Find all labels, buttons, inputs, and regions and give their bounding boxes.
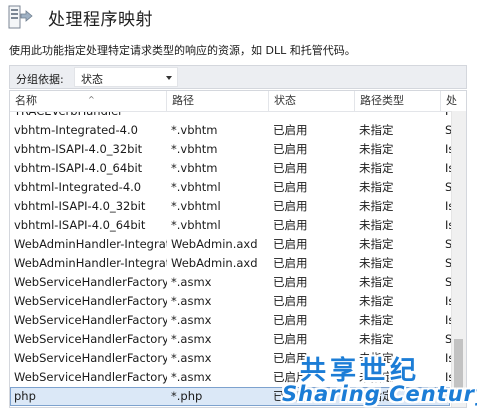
column-header-path-type[interactable]: 路径类型 xyxy=(355,91,441,111)
dropdown-arrow-icon[interactable] xyxy=(166,76,172,80)
cell-state: 已启用 xyxy=(273,180,308,194)
cell-name: WebAdminHandler-Integrat... xyxy=(14,237,167,251)
handler-mappings-icon xyxy=(8,5,33,29)
table-row[interactable]: vbhtm-Integrated-4.0*.vbhtm已启用未指定Sy xyxy=(10,121,459,140)
page-header: 处理程序映射 xyxy=(0,0,477,34)
cell-path: *.vbhtm xyxy=(171,142,218,156)
cell-path: *.asmx xyxy=(171,275,212,289)
cell-name: WebServiceHandlerFactory-... xyxy=(14,370,167,384)
cell-state: 已启用 xyxy=(273,313,308,327)
cell-path-type: 未指定 xyxy=(359,294,394,308)
table-row[interactable]: vbhtm-ISAPI-4.0_64bit*.vbhtm已启用未指定Isa xyxy=(10,159,461,178)
cell-state: 已启用 xyxy=(273,161,308,175)
table-row[interactable]: WebServiceHandlerFactory-... *.asmx 已启用 未指定… xyxy=(10,292,461,311)
group-by-select[interactable]: 状态 xyxy=(74,67,178,87)
cell-state: 已启用 xyxy=(273,275,308,289)
cell-path-type: 未指定 xyxy=(359,180,394,194)
table-row[interactable]: WebAdminHandler-Integrat... WebAdmin.axd 已… xyxy=(10,235,459,254)
watermark-english: Sharing Century xyxy=(282,382,477,406)
cell-path: *.asmx xyxy=(171,351,212,365)
table-row[interactable]: vbhtm-ISAPI-4.0_32bit*.vbhtm已启用未指定Isa xyxy=(10,140,461,159)
cell-name: WebServiceHandlerFactory-... xyxy=(14,275,167,289)
cell-path-type: 未指定 xyxy=(359,199,394,213)
cell-state: 已启用 xyxy=(273,142,308,156)
cell-name: WebServiceHandlerFactory-... xyxy=(14,332,167,346)
cell-path-type: 未指定 xyxy=(359,161,394,175)
cell-path: *.vbhtm xyxy=(171,123,218,137)
cell-path: *.vbhtml xyxy=(171,199,221,213)
table-row[interactable]: WebServiceHandlerFactory-... *.asmx 已启用 未指定… xyxy=(10,311,461,330)
cell-path-type: 未指定 xyxy=(359,123,394,137)
cell-path: *.asmx xyxy=(171,294,212,308)
sharing-century-watermark: 共享世纪 Sharing Century xyxy=(282,350,477,412)
cell-state: 已启用 xyxy=(273,294,308,308)
cell-path-type: 未指定 xyxy=(359,313,394,327)
table-header: 名称 ^ 路径 状态 路径类型 处 xyxy=(10,91,466,112)
cell-name: WebServiceHandlerFactory-... xyxy=(14,313,167,327)
cell-path: *.vbhtml xyxy=(171,218,221,232)
cell-path-type: 未指定 xyxy=(359,142,394,156)
cell-state: 已启用 xyxy=(273,123,308,137)
cell-name: vbhtml-Integrated-4.0 xyxy=(14,180,142,194)
cell-path-type: 未指定 xyxy=(359,237,394,251)
cell-path: *.asmx xyxy=(171,313,212,327)
feature-description: 使用此功能指定处理特定请求类型的响应的资源，如 DLL 和托管代码。 xyxy=(9,44,356,57)
cell-name: WebServiceHandlerFactory-... xyxy=(14,294,167,308)
table-row[interactable]: WebAdminHandler-Integrat... WebAdmin.axd 已… xyxy=(10,254,459,273)
cell-path: *.asmx xyxy=(171,370,212,384)
cell-path: *.asmx xyxy=(171,332,212,346)
cell-state: 已启用 xyxy=(273,332,308,346)
cell-path: *.vbhtm xyxy=(171,161,218,175)
sort-ascending-icon: ^ xyxy=(88,95,95,104)
cell-path-type: 未指定 xyxy=(359,218,394,232)
column-header-handler[interactable]: 处 xyxy=(441,91,466,111)
table-row[interactable]: vbhtml-ISAPI-4.0_32bit*.vbhtml已启用未指定Isa xyxy=(10,197,461,216)
cell-name: vbhtm-Integrated-4.0 xyxy=(14,123,138,137)
column-header-path[interactable]: 路径 xyxy=(167,91,269,111)
cell-state: 已启用 xyxy=(273,237,308,251)
cell-name: vbhtml-ISAPI-4.0_64bit xyxy=(14,218,146,232)
table-row[interactable]: WebServiceHandlerFactory-... *.asmx 已启用 未指定… xyxy=(10,330,459,349)
page-title: 处理程序映射 xyxy=(48,10,153,30)
table-row[interactable]: WebServiceHandlerFactory-... *.asmx 已启用 未指定… xyxy=(10,273,459,292)
cell-name: vbhtm-ISAPI-4.0_32bit xyxy=(14,142,143,156)
cell-path: WebAdmin.axd xyxy=(171,237,258,251)
column-header-name[interactable]: 名称 ^ xyxy=(10,91,167,111)
group-by-label: 分组依据: xyxy=(16,73,64,86)
cell-name: php xyxy=(14,389,36,403)
cell-path-type: 未指定 xyxy=(359,332,394,346)
cell-path-type: 未指定 xyxy=(359,256,394,270)
cell-name: vbhtml-ISAPI-4.0_32bit xyxy=(14,199,146,213)
table-row[interactable]: vbhtml-ISAPI-4.0_64bit*.vbhtml已启用未指定Isa xyxy=(10,216,461,235)
cell-path: WebAdmin.axd xyxy=(171,256,258,270)
column-header-state[interactable]: 状态 xyxy=(269,91,355,111)
group-by-value: 状态 xyxy=(81,73,103,86)
cell-path-type: 未指定 xyxy=(359,275,394,289)
table-row[interactable]: vbhtml-Integrated-4.0*.vbhtml已启用未指定Sy xyxy=(10,178,459,197)
cell-name: WebServiceHandlerFactory-... xyxy=(14,351,167,365)
cell-name: WebAdminHandler-Integrat... xyxy=(14,256,167,270)
cell-state: 已启用 xyxy=(273,199,308,213)
cell-state: 已启用 xyxy=(273,256,308,270)
column-header-label: 名称 xyxy=(15,94,37,107)
cell-name: vbhtm-ISAPI-4.0_64bit xyxy=(14,161,143,175)
cell-path: *.php xyxy=(171,389,203,403)
cell-state: 已启用 xyxy=(273,218,308,232)
cell-path: *.vbhtml xyxy=(171,180,221,194)
group-by-toolbar: 分组依据: 状态 xyxy=(9,65,467,89)
